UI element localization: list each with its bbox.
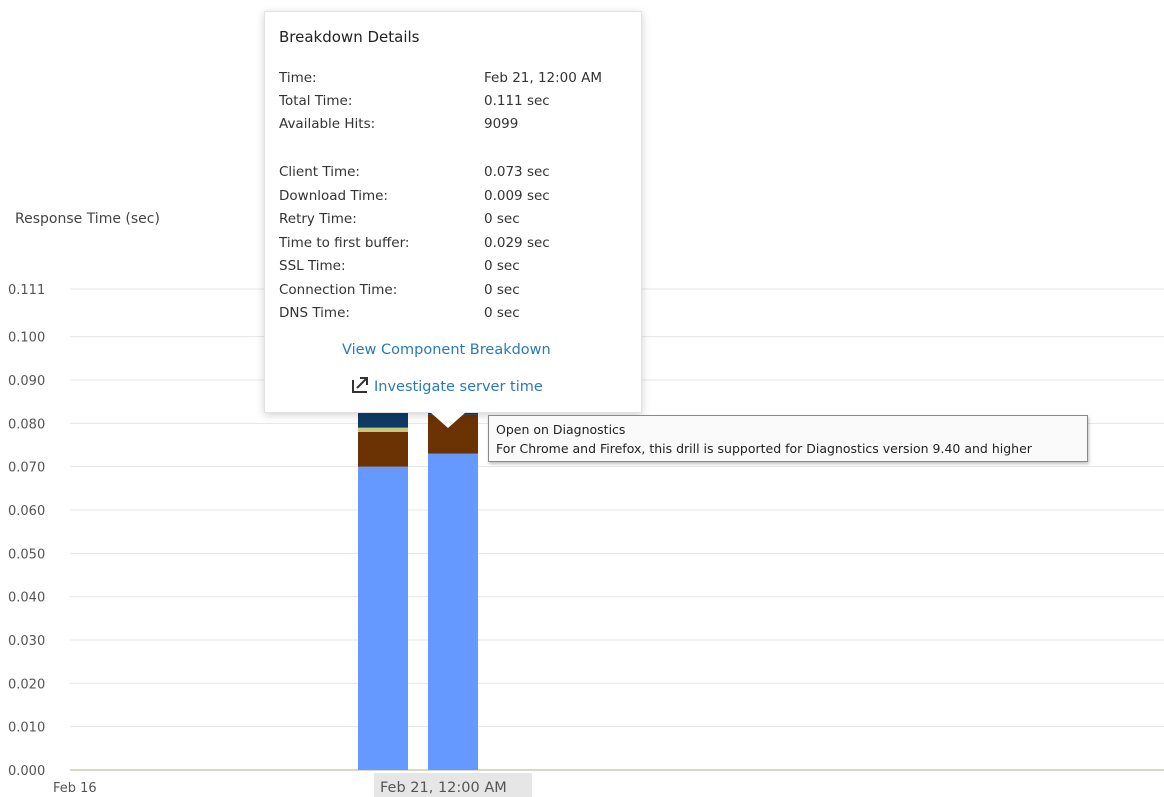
breakdown-details-tooltip: Breakdown Details Time: Feb 21, 12:00 AM… [264,11,642,413]
x-tick-highlight [374,773,532,797]
y-tick-label: 0.030 [8,634,45,649]
y-tick-label: 0.070 [8,461,45,476]
y-tick-label: 0.111 [8,283,45,298]
tooltip-row-label: Total Time: [279,93,353,109]
tooltip-row-client-time: Client Time: 0.073 sec [279,164,629,184]
tooltip-row-value: 0 sec [484,305,520,321]
tooltip-row-total-time: Total Time: 0.111 sec [279,93,629,113]
external-link-icon [352,377,368,393]
tooltip-row-download-time: Download Time: 0.009 sec [279,188,629,208]
tooltip-row-value: 0.009 sec [484,188,550,204]
tooltip-row-value: 0.111 sec [484,93,550,109]
tooltip-row-connection-time: Connection Time: 0 sec [279,282,629,302]
tooltip-row-value: 0.029 sec [484,235,550,251]
tooltip-row-value: Feb 21, 12:00 AM [484,70,603,86]
tooltip-row-label: Time: [279,70,317,86]
y-tick-label: 0.010 [8,721,45,736]
bar-segment-1-1[interactable] [358,466,408,770]
y-tick-label: 0.090 [8,374,45,389]
tooltip-row-value: 0.073 sec [484,164,550,180]
y-tick-label: 0.020 [8,677,45,692]
tooltip-row-dns-time: DNS Time: 0 sec [279,305,629,325]
tooltip-row-label: Download Time: [279,188,388,204]
tooltip-row-retry-time: Retry Time: 0 sec [279,211,629,231]
bar-segment-1-2[interactable] [358,432,408,467]
y-tick-label: 0.050 [8,547,45,562]
tooltip-row-label: SSL Time: [279,258,346,274]
y-tick-label: 0.040 [8,591,45,606]
tooltip-row-ssl-time: SSL Time: 0 sec [279,258,629,278]
tooltip-row-value: 0 sec [484,282,520,298]
tooltip-row-first-buffer: Time to first buffer: 0.029 sec [279,235,629,255]
hint-description: For Chrome and Firefox, this drill is su… [496,441,1032,456]
view-component-breakdown-link[interactable]: View Component Breakdown [342,342,551,358]
tooltip-row-value: 0 sec [484,211,520,227]
diagnostics-hint-tooltip: Open on Diagnostics For Chrome and Firef… [488,415,1088,462]
tooltip-row-value: 9099 [484,116,519,132]
bar-segment-1-3[interactable] [358,427,408,432]
tooltip-row-label: Time to first buffer: [279,235,410,251]
tooltip-row-label: Available Hits: [279,116,376,132]
hint-title: Open on Diagnostics [496,422,626,437]
tooltip-row-label: DNS Time: [279,305,350,321]
y-tick-label: 0.000 [8,764,45,779]
y-tick-label: 0.080 [8,417,45,432]
tooltip-row-label: Retry Time: [279,211,357,227]
tooltip-title: Breakdown Details [279,28,420,46]
tooltip-row-label: Client Time: [279,164,360,180]
tooltip-arrow [430,412,466,428]
tooltip-row-label: Connection Time: [279,282,398,298]
tooltip-row-time: Time: Feb 21, 12:00 AM [279,70,629,90]
y-tick-label: 0.100 [8,331,45,346]
investigate-server-time-link[interactable]: Investigate server time [351,376,543,395]
tooltip-row-value: 0 sec [484,258,520,274]
tooltip-row-available-hits: Available Hits: 9099 [279,116,629,136]
y-axis-title: Response Time (sec) [15,211,160,227]
investigate-link-label: Investigate server time [374,379,543,395]
y-tick-label: 0.060 [8,504,45,519]
bar-segment-2-1[interactable] [428,453,478,770]
